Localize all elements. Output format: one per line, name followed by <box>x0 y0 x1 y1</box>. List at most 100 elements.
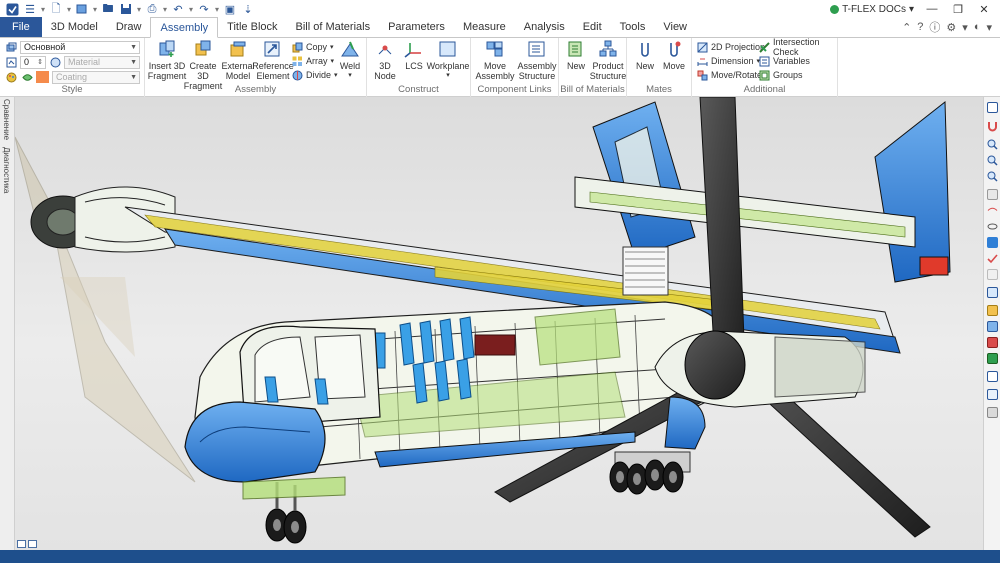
external-model-button[interactable]: External Model <box>221 40 255 81</box>
array-button[interactable]: Array ▾ <box>292 54 334 68</box>
workplane-button[interactable]: Workplane ▾ <box>427 40 469 81</box>
display-mode-icon[interactable] <box>987 305 998 316</box>
tab-view[interactable]: View <box>654 17 696 37</box>
new-document-icon[interactable]: 🗋 <box>48 1 64 17</box>
tab-measure[interactable]: Measure <box>454 17 515 37</box>
lighting-icon[interactable] <box>987 389 998 400</box>
lcs-button[interactable]: LCS <box>400 40 428 71</box>
bom-new-label: New <box>566 61 585 71</box>
dropdown-arrow-icon[interactable]: ▾ <box>92 5 98 14</box>
zoom-window-icon[interactable] <box>987 139 998 150</box>
dropdown-arrow-icon[interactable]: ▾ <box>66 5 72 14</box>
group-label-component-links: Component Links <box>477 84 552 95</box>
minimize-button[interactable]: — <box>924 3 940 15</box>
2d-projection-button[interactable]: 2D Projection <box>697 40 765 54</box>
tab-draw[interactable]: Draw <box>107 17 151 37</box>
close-button[interactable]: ✕ <box>976 3 992 16</box>
mates-move-button[interactable]: Move <box>660 40 688 71</box>
app-logo-icon[interactable] <box>4 1 20 17</box>
orbit-icon[interactable] <box>987 221 998 232</box>
tab-file[interactable]: File <box>0 17 42 37</box>
level-icon <box>6 57 17 71</box>
tflex-docs-menu[interactable]: T-FLEX DOCs ▾ <box>830 4 914 15</box>
variables-button[interactable]: Variables <box>759 54 810 68</box>
tab-edit[interactable]: Edit <box>574 17 611 37</box>
help-icon[interactable]: ? <box>917 21 923 33</box>
tab-title-block[interactable]: Title Block <box>218 17 286 37</box>
wireframe-icon[interactable] <box>987 353 998 364</box>
check-icon[interactable] <box>987 253 998 264</box>
dimension-button[interactable]: Dimension ▾ <box>697 54 760 68</box>
zoom-out-icon[interactable] <box>987 171 998 182</box>
divide-button[interactable]: Divide ▾ <box>292 68 338 82</box>
menu-icon[interactable]: ☰ <box>22 1 38 17</box>
customize-qat-icon[interactable]: ⇣ <box>240 1 256 17</box>
chevron-down-icon[interactable]: ▾ <box>962 21 968 34</box>
collapse-ribbon-icon[interactable]: ⌃ <box>902 21 911 34</box>
magnet-snap-icon[interactable] <box>987 121 998 132</box>
copy-button[interactable]: Copy ▾ <box>292 40 334 54</box>
undo-icon[interactable]: ↶ <box>170 1 186 17</box>
bom-new-icon <box>566 40 586 58</box>
bom-new-button[interactable]: New <box>562 40 590 71</box>
properties-icon[interactable]: ▣ <box>222 1 238 17</box>
redo-icon[interactable]: ↷ <box>196 1 212 17</box>
measure-icon[interactable] <box>987 407 998 418</box>
dropdown-arrow-icon[interactable]: ▾ <box>136 5 142 14</box>
settings-gear-icon[interactable]: ⚙ <box>946 21 956 34</box>
reference-element-button[interactable]: Reference Element <box>252 40 294 81</box>
mate-move-icon <box>664 40 684 58</box>
tab-3d-model[interactable]: 3D Model <box>42 17 107 37</box>
dropdown-arrow-icon[interactable]: ▾ <box>40 5 46 14</box>
level-spinner[interactable]: 0 ⇕ <box>20 56 46 69</box>
assembly-structure-button[interactable]: Assembly Structure <box>517 40 557 81</box>
split-view-icon[interactable] <box>28 540 37 548</box>
zoom-in-icon[interactable] <box>987 155 998 166</box>
3d-viewport[interactable] <box>15 97 983 550</box>
hidden-lines-icon[interactable] <box>987 337 998 348</box>
tab-tools[interactable]: Tools <box>611 17 655 37</box>
chevron-down-icon: ▾ <box>330 44 334 51</box>
weld-button[interactable]: Weld ▾ <box>335 40 365 81</box>
groups-button[interactable]: Groups <box>759 68 803 82</box>
weld-label: Weld <box>339 61 361 71</box>
layout-icon[interactable] <box>987 287 998 298</box>
layer-combo[interactable]: Основной ▼ <box>20 41 140 54</box>
move-rotate-button[interactable]: Move/Rotate <box>697 68 762 82</box>
open-model-icon[interactable] <box>74 1 90 17</box>
shaded-icon[interactable] <box>987 321 998 332</box>
material-combo[interactable]: Material ▼ <box>64 56 140 69</box>
rotate-icon[interactable] <box>987 205 998 216</box>
restore-button[interactable]: ❐ <box>950 3 966 16</box>
chevron-down-icon[interactable]: ▾ <box>986 21 992 34</box>
dropdown-arrow-icon[interactable]: ▾ <box>162 5 168 14</box>
insert-3d-fragment-button[interactable]: Insert 3D Fragment <box>148 40 186 81</box>
intersection-check-button[interactable]: Intersection Check <box>759 37 837 57</box>
tab-bill-of-materials[interactable]: Bill of Materials <box>287 17 380 37</box>
move-assembly-button[interactable]: Move Assembly <box>474 40 516 81</box>
open-folder-icon[interactable]: 🖿 <box>100 1 116 17</box>
dropdown-arrow-icon[interactable]: ▾ <box>188 5 194 14</box>
sidebar-tab-diagnostics[interactable]: Диагностика <box>2 147 11 193</box>
camera-icon[interactable] <box>987 371 998 382</box>
coating-combo[interactable]: Coating ▼ <box>52 71 140 84</box>
tab-parameters[interactable]: Parameters <box>379 17 454 37</box>
dropdown-arrow-icon[interactable]: ▾ <box>214 5 220 14</box>
sidebar-tab-comparison[interactable]: Сравнение <box>2 99 11 140</box>
mates-new-button[interactable]: New <box>631 40 659 71</box>
info-icon[interactable]: ⓘ <box>929 19 940 35</box>
save-icon[interactable] <box>118 1 134 17</box>
pan-icon[interactable] <box>987 189 998 200</box>
view-window-icon[interactable] <box>987 102 998 113</box>
section-icon[interactable] <box>987 269 998 280</box>
3d-node-button[interactable]: 3D Node <box>370 40 400 81</box>
tab-assembly[interactable]: Assembly <box>150 17 219 38</box>
page-view-icon[interactable] <box>17 540 26 548</box>
product-structure-button[interactable]: Product Structure <box>590 40 626 81</box>
palette-icon[interactable]: ◐ <box>974 21 981 33</box>
print-icon[interactable]: ⎙ <box>144 1 160 17</box>
view-cube-icon[interactable] <box>987 237 998 248</box>
tflex-docs-icon <box>830 4 840 14</box>
coating-color-swatch[interactable] <box>36 71 49 83</box>
tab-analysis[interactable]: Analysis <box>515 17 574 37</box>
